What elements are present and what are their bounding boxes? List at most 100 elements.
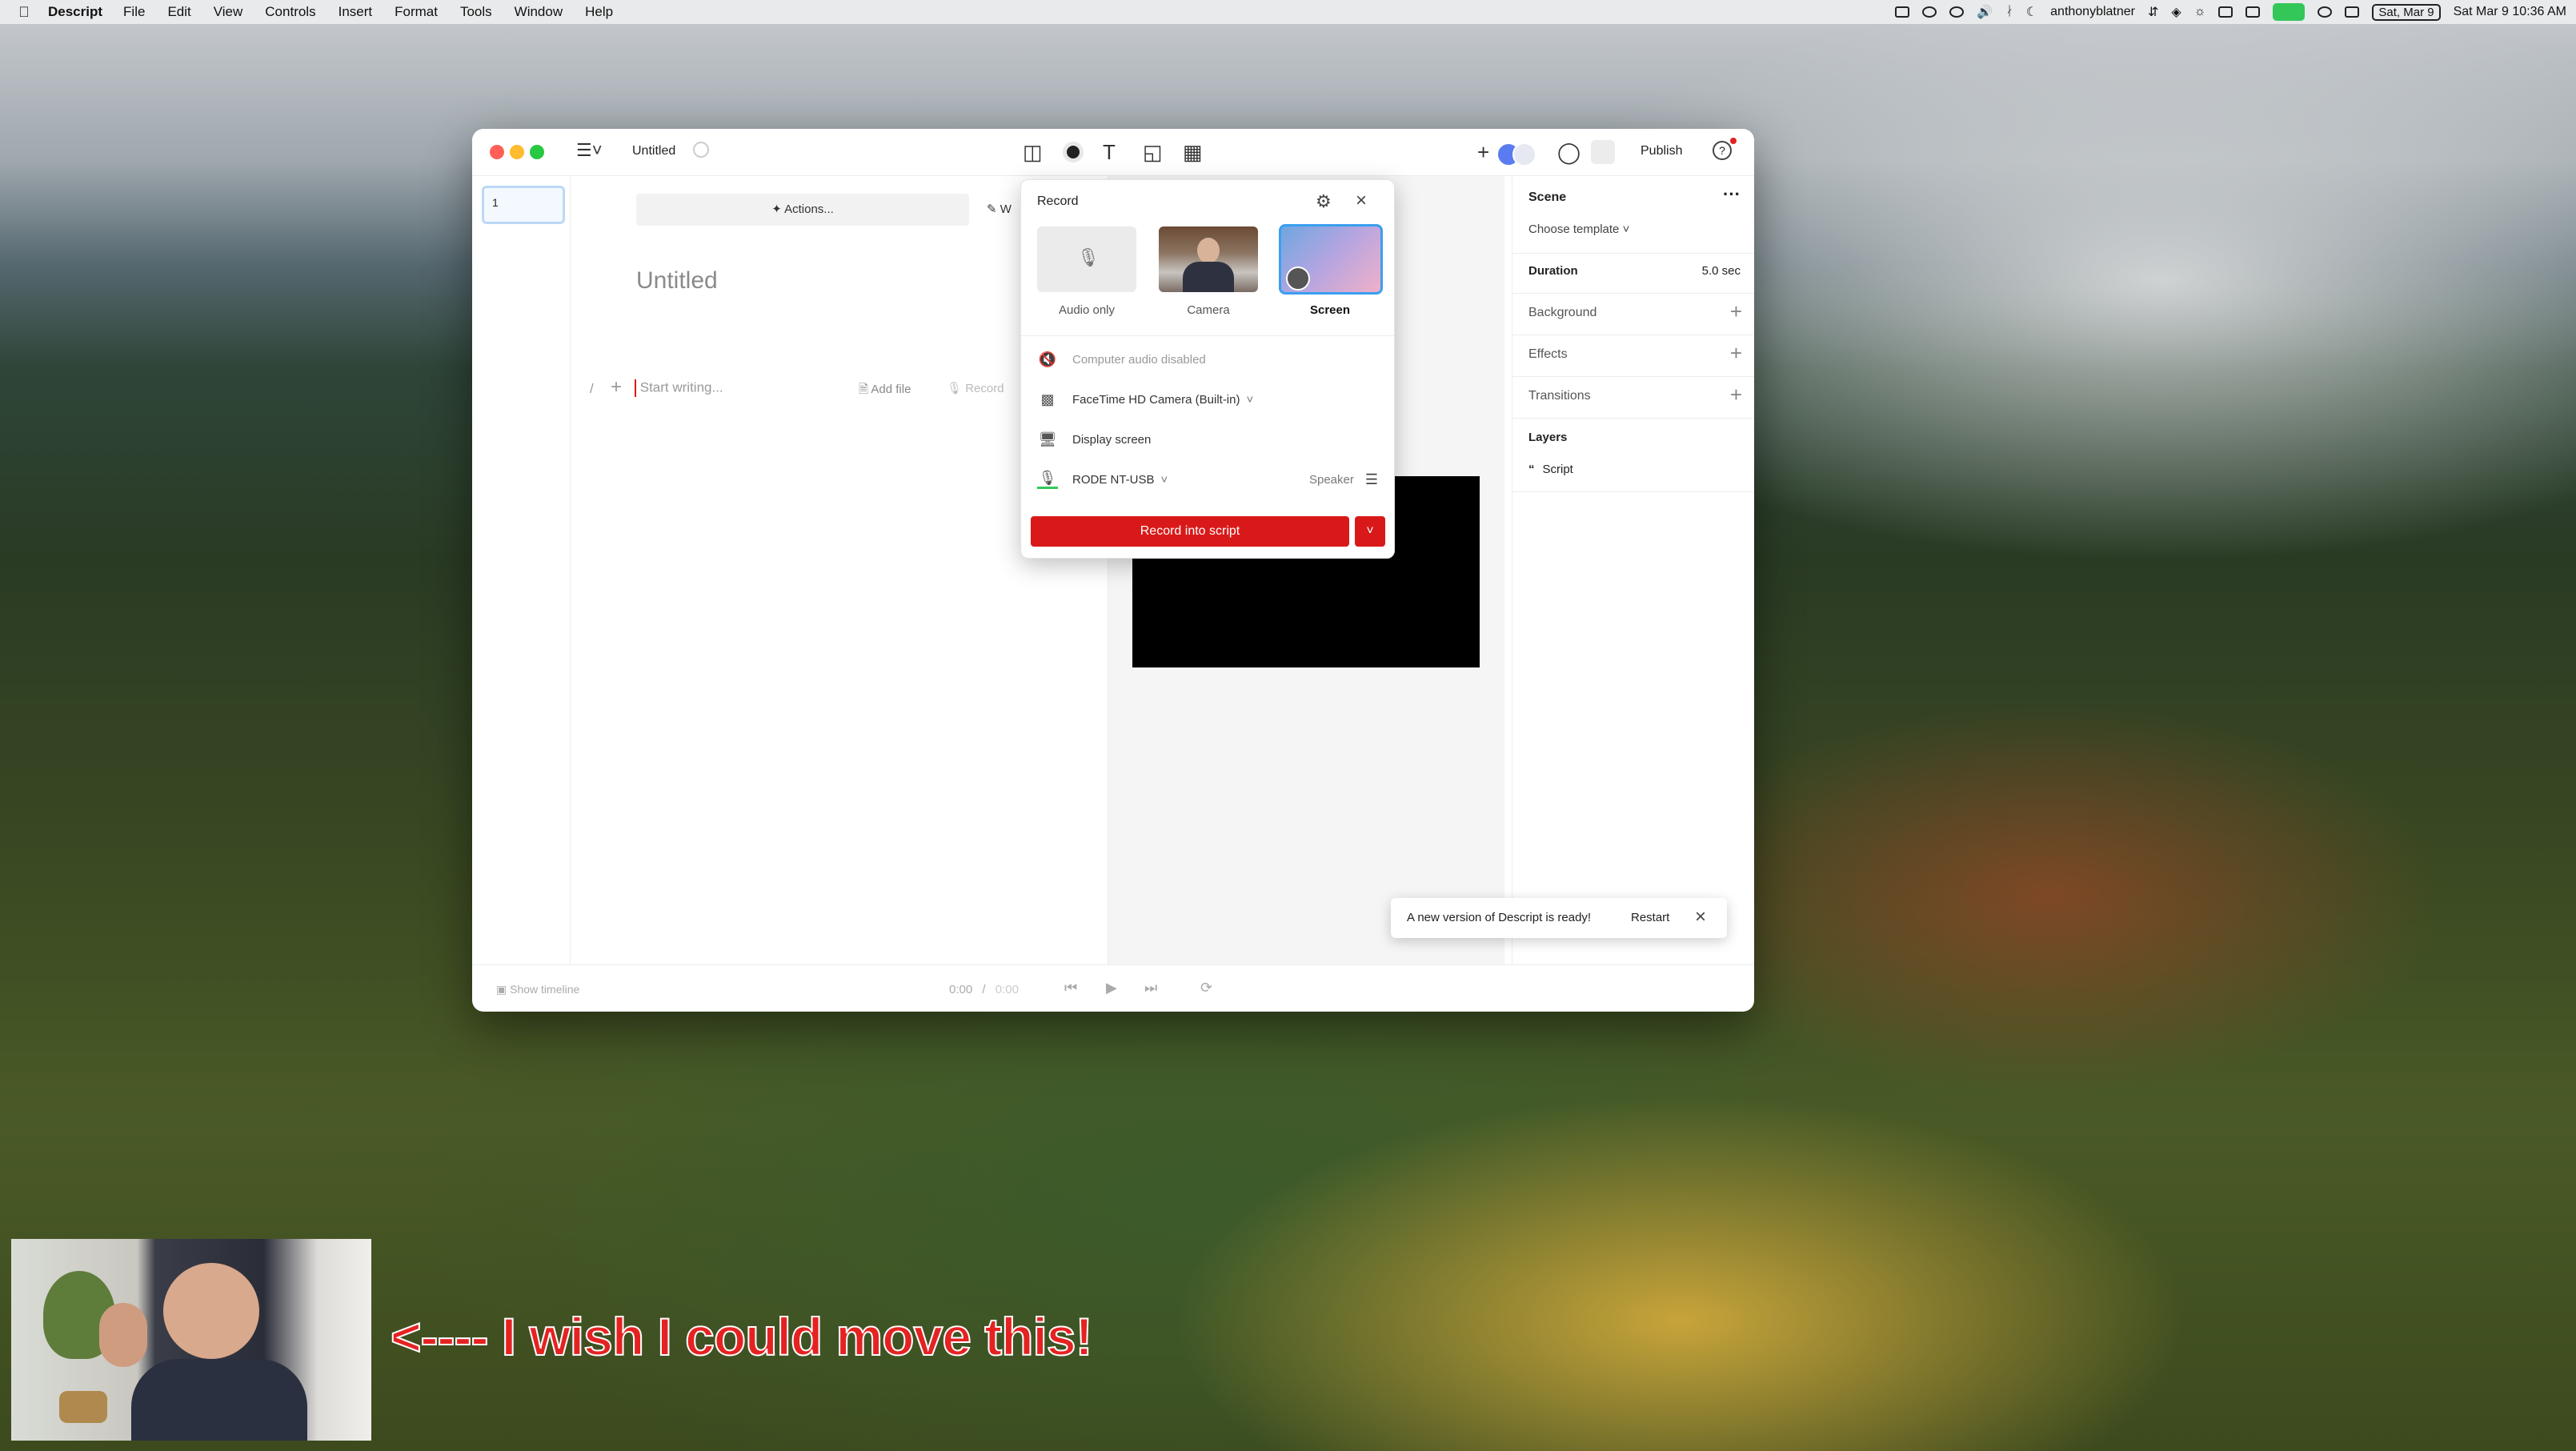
inline-record-button[interactable]: 🎙 Record: [947, 381, 1004, 395]
layer-script-label: Script: [1542, 463, 1573, 476]
record-options-dropdown[interactable]: ˅: [1355, 516, 1385, 547]
close-window-button[interactable]: [490, 145, 504, 159]
plant-pot: [59, 1391, 107, 1423]
add-file-button[interactable]: 🗎 Add file: [859, 381, 911, 401]
restart-button[interactable]: Restart: [1631, 911, 1669, 924]
layers-heading: Layers: [1528, 431, 1568, 444]
play-icon[interactable]: ▶: [1106, 980, 1117, 996]
control-center-icon[interactable]: [2345, 6, 2360, 18]
help-icon[interactable]: ?: [1713, 141, 1732, 160]
gear-icon[interactable]: ⚙: [1316, 191, 1332, 212]
speaker-label[interactable]: Speaker: [1309, 473, 1354, 487]
divider: [1021, 335, 1394, 336]
menu-help[interactable]: Help: [585, 4, 613, 20]
pen-icon: ✎: [987, 202, 1000, 216]
skip-forward-icon[interactable]: ⏭: [1144, 980, 1157, 996]
microphone-icon: 🎙: [1077, 247, 1100, 267]
menu-insert[interactable]: Insert: [339, 4, 373, 20]
menu-view[interactable]: View: [214, 4, 243, 20]
apple-menu-icon[interactable]: : [0, 4, 48, 21]
choose-template-dropdown[interactable]: Choose template ˅: [1528, 222, 1741, 236]
divider: [1512, 418, 1754, 419]
duration-value[interactable]: 5.0 sec: [1702, 264, 1741, 278]
date-badge[interactable]: Sat, Mar 9: [2372, 3, 2441, 21]
loop-icon[interactable]: ⟳: [1200, 980, 1212, 996]
spotlight-icon[interactable]: [2318, 6, 2333, 18]
menu-format[interactable]: Format: [395, 4, 438, 20]
wifi-icon[interactable]: ◈: [2171, 4, 2181, 20]
camera-option[interactable]: [1159, 226, 1258, 292]
actions-label: Actions...: [784, 202, 834, 216]
menu-edit[interactable]: Edit: [167, 4, 190, 20]
username-label[interactable]: anthonyblatner: [2050, 5, 2135, 19]
camera-device-row[interactable]: ▩ FaceTime HD Camera (Built-in) ˅: [1037, 383, 1378, 415]
publish-button[interactable]: Publish: [1641, 144, 1682, 158]
mic-status-icon[interactable]: [1949, 6, 1965, 18]
sync-icon[interactable]: ⇵: [2148, 4, 2158, 20]
bluetooth-icon[interactable]: ᛅ: [2005, 5, 2013, 19]
sliders-icon[interactable]: ☰: [1365, 471, 1378, 488]
grid-tool-icon[interactable]: ▦: [1183, 140, 1203, 165]
menu-tools[interactable]: Tools: [460, 4, 492, 20]
slash-hint: /: [590, 381, 594, 396]
avatar-secondary[interactable]: [1512, 142, 1536, 166]
display-status-icon[interactable]: [2218, 6, 2233, 18]
shapes-tool-icon[interactable]: ◱: [1143, 140, 1163, 165]
webcam-overlay[interactable]: [11, 1239, 371, 1441]
status-area: 🔊 ᛅ ☾ anthonyblatner ⇵ ◈ ☼ Sat, Mar 9 Sa…: [1895, 0, 2566, 24]
computer-audio-row[interactable]: 🔇 Computer audio disabled: [1037, 343, 1378, 375]
mic-device-label: RODE NT-USB: [1072, 472, 1155, 487]
scene-heading: Scene: [1528, 190, 1567, 204]
bottom-bar: ▣ Show timeline 0:00 / 0:00 ⏮ ▶ ⏭ ⟳: [472, 964, 1754, 1012]
write-button[interactable]: ✎ W: [987, 202, 1012, 216]
add-block-icon[interactable]: +: [611, 376, 622, 399]
search-status-icon[interactable]: [1922, 6, 1937, 18]
actions-button[interactable]: ✦ Actions...: [636, 194, 969, 226]
add-effect-icon[interactable]: +: [1730, 343, 1742, 363]
panel-toggle-icon[interactable]: [1591, 140, 1615, 164]
person-face: [163, 1263, 259, 1359]
menu-window[interactable]: Window: [515, 4, 563, 20]
media-icon[interactable]: ◫: [1023, 140, 1043, 165]
doc-title[interactable]: Untitled: [636, 267, 718, 295]
skip-back-icon[interactable]: ⏮: [1064, 980, 1077, 996]
screen-option[interactable]: [1279, 224, 1383, 295]
add-background-icon[interactable]: +: [1730, 301, 1742, 322]
volume-icon[interactable]: 🔊: [1977, 4, 1993, 20]
moon-icon[interactable]: ☾: [2026, 4, 2037, 20]
show-timeline-button[interactable]: ▣ Show timeline: [496, 983, 579, 996]
show-timeline-label: Show timeline: [510, 983, 580, 996]
app-menu[interactable]: Descript: [48, 4, 102, 20]
layout-menu-icon[interactable]: ☰˅: [576, 140, 603, 161]
record-into-script-button[interactable]: Record into script: [1031, 516, 1349, 547]
microphone-row[interactable]: 🎙 RODE NT-USB ˅ Speaker ☰: [1037, 463, 1378, 495]
actions-icon: ✦: [771, 202, 785, 216]
clock[interactable]: Sat Mar 9 10:36 AM: [2454, 5, 2566, 19]
display-row[interactable]: 🖥 Display screen: [1037, 423, 1378, 455]
audio-only-option[interactable]: 🎙: [1037, 226, 1136, 292]
scene-thumbnail[interactable]: 1: [482, 186, 565, 224]
facetime-icon[interactable]: [2273, 3, 2306, 21]
script-input[interactable]: Start writing...: [635, 379, 875, 400]
minimize-window-button[interactable]: [510, 145, 524, 159]
menu-controls[interactable]: Controls: [265, 4, 315, 20]
add-transition-icon[interactable]: +: [1730, 384, 1742, 405]
brightness-icon[interactable]: ☼: [2194, 5, 2206, 19]
time-divider: /: [982, 983, 986, 996]
title-bar: ☰˅ Untitled ◫ T ◱ ▦ + ◯ Publish ?: [472, 129, 1754, 176]
record-popup: Record ⚙ × 🎙 Audio only Camera Screen 🔇 …: [1020, 179, 1395, 559]
menu-file[interactable]: File: [123, 4, 145, 20]
close-icon[interactable]: ×: [1695, 906, 1706, 928]
text-tool-icon[interactable]: T: [1103, 140, 1116, 165]
add-collaborator-icon[interactable]: +: [1477, 140, 1489, 165]
close-icon[interactable]: ×: [1356, 190, 1367, 212]
record-tool-button[interactable]: [1063, 142, 1084, 162]
doc-title-tab[interactable]: Untitled: [632, 144, 675, 158]
text-status-icon[interactable]: [1895, 6, 1910, 18]
zoom-window-button[interactable]: [530, 145, 544, 159]
layer-item-script[interactable]: “ Script: [1528, 463, 1741, 476]
more-options-icon[interactable]: ···: [1723, 184, 1741, 205]
grid-status-icon[interactable]: [2245, 6, 2261, 18]
chevron-down-icon: ˅: [1366, 524, 1374, 538]
comments-icon[interactable]: ◯: [1557, 140, 1580, 165]
